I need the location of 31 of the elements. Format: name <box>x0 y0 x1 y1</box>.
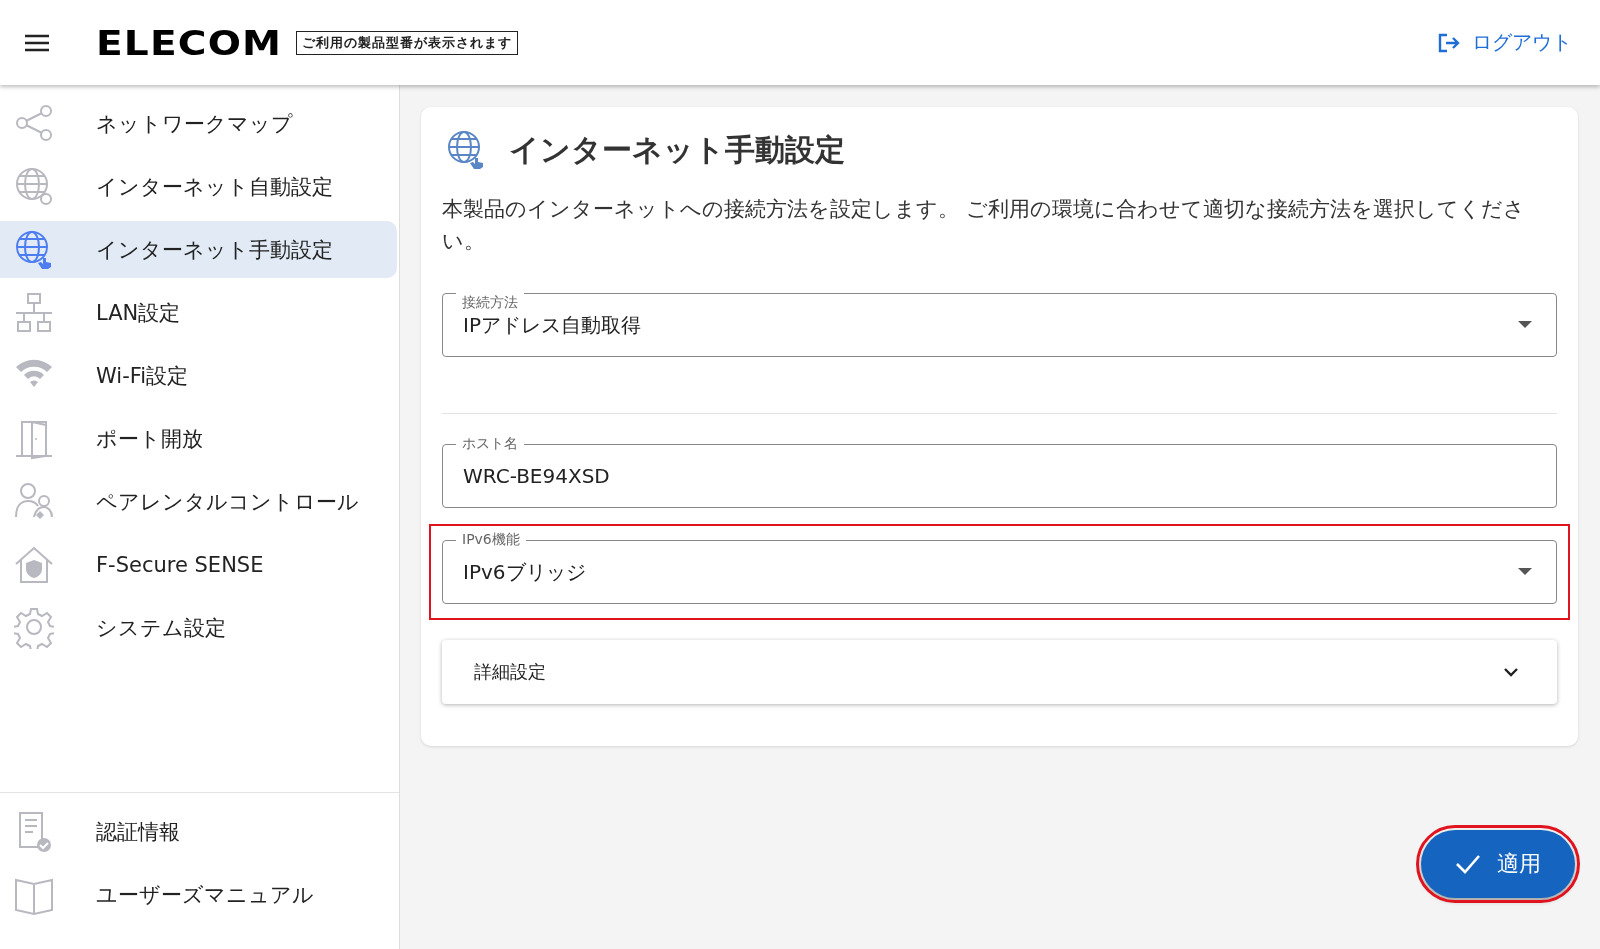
dropdown-arrow-icon <box>1518 321 1532 329</box>
logout-link[interactable]: ログアウト <box>1438 29 1572 56</box>
sidebar-item[interactable]: 認証情報 <box>0 803 397 860</box>
field-label: 接続方法 <box>456 293 524 311</box>
field-label: ホスト名 <box>456 434 524 452</box>
globe-icon <box>14 228 54 271</box>
sidebar-item[interactable]: インターネット手動設定 <box>0 221 397 278</box>
menu-icon[interactable] <box>24 32 50 53</box>
chevron-icon <box>1503 667 1519 677</box>
logout-icon <box>1438 32 1460 53</box>
sidebar-item[interactable]: Wi-Fi設定 <box>0 347 397 404</box>
sidebar-item[interactable]: ペアレンタルコントロール <box>0 473 397 530</box>
network-icon <box>14 291 54 334</box>
sidebar-item[interactable]: F-Secure SENSE <box>0 536 397 593</box>
sidebar-item[interactable]: ユーザーズマニュアル <box>0 866 397 923</box>
page-title: インターネット手動設定 <box>509 130 845 169</box>
sidebar-item[interactable]: ポート開放 <box>0 410 397 467</box>
sidebar-item[interactable]: ネットワークマップ <box>0 95 397 152</box>
logo: ELECOM <box>96 22 283 63</box>
model-label: ご利用の製品型番が表示されます <box>295 30 518 55</box>
description: 本製品のインターネットへの接続方法を設定します。 ご利用の環境に合わせて適切な接続方法を選択してください。 <box>442 196 1526 255</box>
sidebar-item[interactable]: システム設定 <box>0 599 397 656</box>
sidebar-item[interactable]: インターネット自動設定 <box>0 158 397 215</box>
accordion-header[interactable]: 詳細設定 <box>442 640 1557 704</box>
globe-icon <box>14 165 54 208</box>
apply-button[interactable]: 適用 <box>1421 830 1575 898</box>
check-icon <box>1455 854 1481 874</box>
dropdown-arrow-icon <box>1518 568 1532 576</box>
sidebar-item[interactable]: LAN設定 <box>0 284 397 341</box>
field-label: IPv6機能 <box>456 530 526 548</box>
settings-icon <box>14 606 54 649</box>
